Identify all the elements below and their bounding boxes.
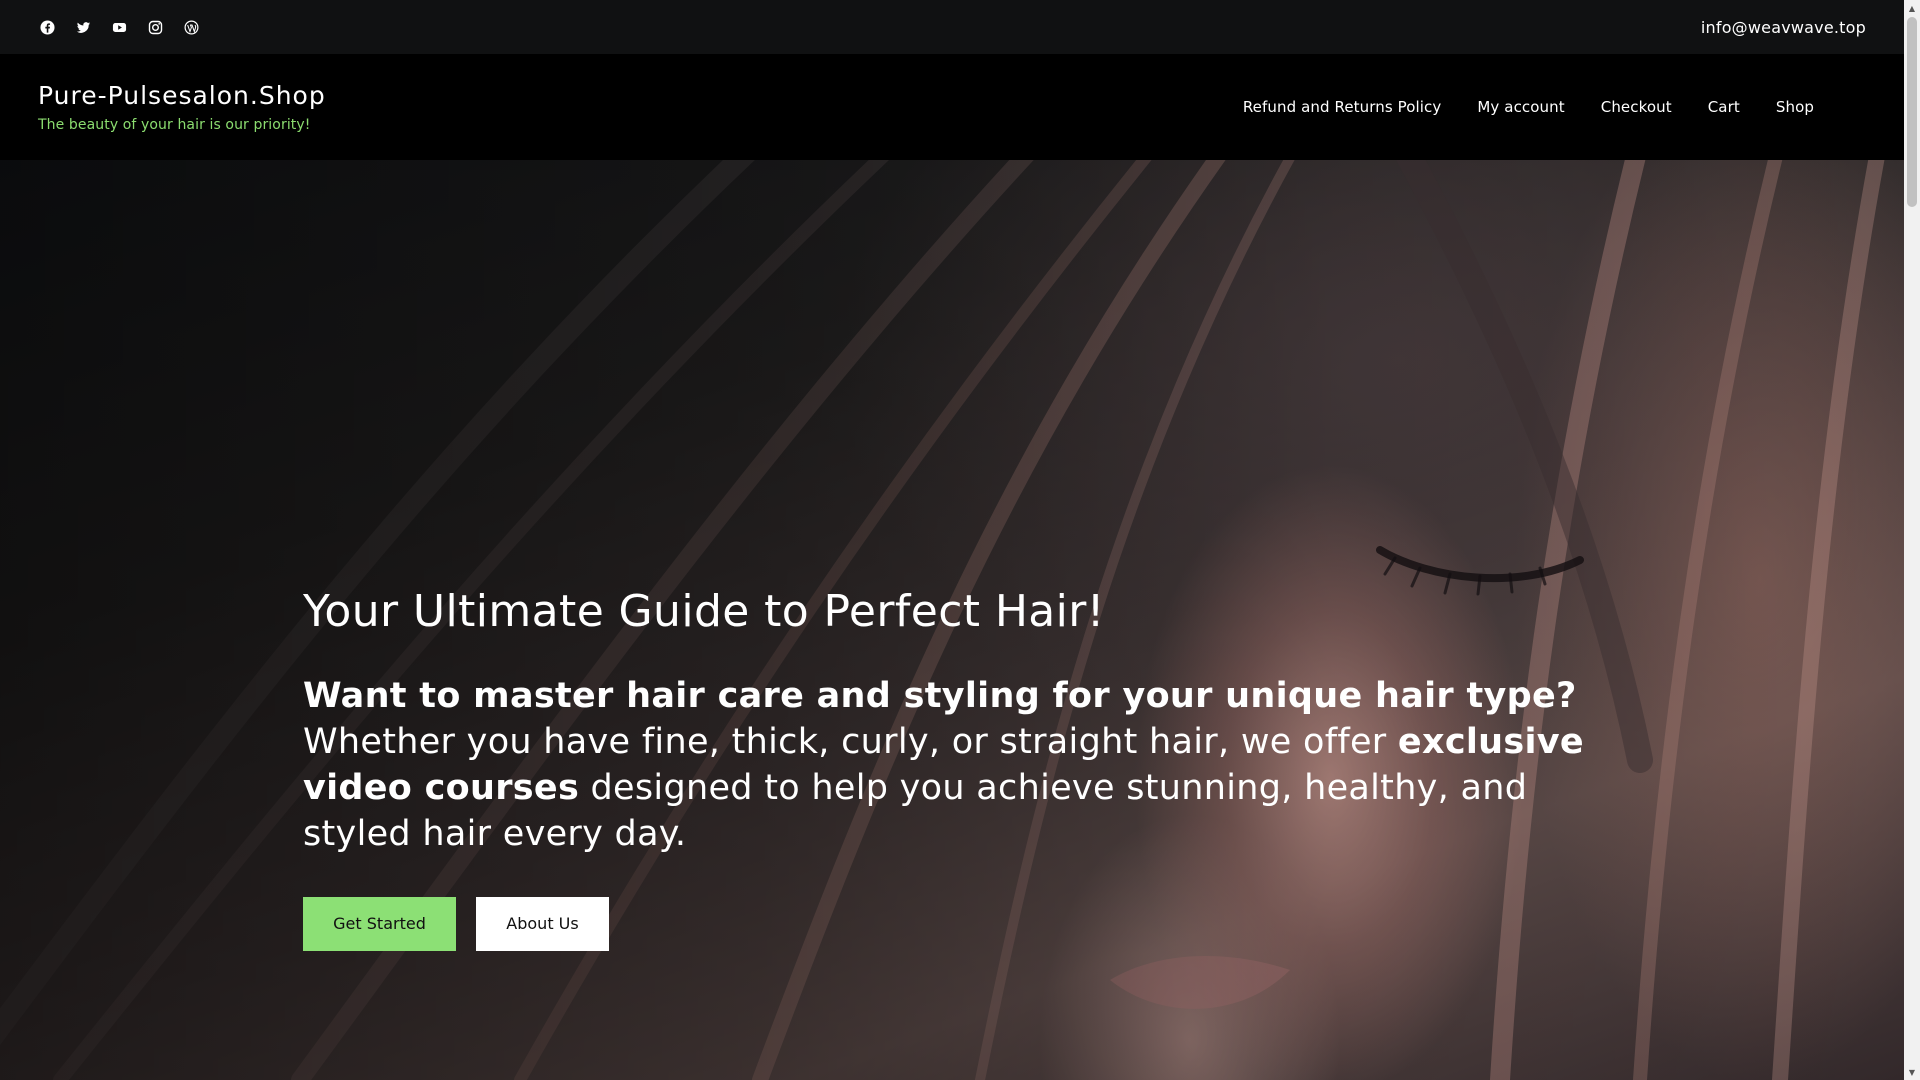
site-title[interactable]: Pure-Pulsesalon.Shop [38,81,326,111]
nav-item-refund-policy[interactable]: Refund and Returns Policy [1243,98,1442,116]
nav-item-cart[interactable]: Cart [1708,98,1740,116]
contact-email-link[interactable]: info@weavwave.top [1701,18,1866,37]
scrollbar-thumb[interactable] [1907,17,1917,207]
nav-item-shop[interactable]: Shop [1776,98,1814,116]
hero-section: Your Ultimate Guide to Perfect Hair! Wan… [0,160,1904,1080]
youtube-icon[interactable] [110,18,129,37]
page-scrollbar[interactable]: ▲ ▼ [1904,0,1920,1080]
hero-description: Want to master hair care and styling for… [303,673,1623,857]
main-navigation: Refund and Returns Policy My account Che… [1243,98,1814,116]
brand: Pure-Pulsesalon.Shop The beauty of your … [38,81,326,133]
hero-content: Your Ultimate Guide to Perfect Hair! Wan… [303,586,1623,951]
nav-item-checkout[interactable]: Checkout [1601,98,1672,116]
facebook-icon[interactable] [38,18,57,37]
hero-text-regular-1: Whether you have fine, thick, curly, or … [303,721,1398,762]
scroll-up-icon[interactable]: ▲ [1904,0,1920,16]
wordpress-icon[interactable] [182,18,201,37]
get-started-button[interactable]: Get Started [303,896,456,951]
site-header: Pure-Pulsesalon.Shop The beauty of your … [0,54,1904,160]
scroll-down-icon[interactable]: ▼ [1904,1064,1920,1080]
instagram-icon[interactable] [146,18,165,37]
about-us-button[interactable]: About Us [476,896,609,951]
nav-item-my-account[interactable]: My account [1477,98,1564,116]
site-tagline: The beauty of your hair is our priority! [38,117,311,133]
hero-buttons: Get Started About Us [303,896,1623,951]
hero-text-bold-1: Want to master hair care and styling for… [303,675,1577,716]
twitter-icon[interactable] [74,18,93,37]
social-links [38,18,201,37]
top-bar: info@weavwave.top [0,0,1904,54]
hero-title: Your Ultimate Guide to Perfect Hair! [303,586,1105,637]
